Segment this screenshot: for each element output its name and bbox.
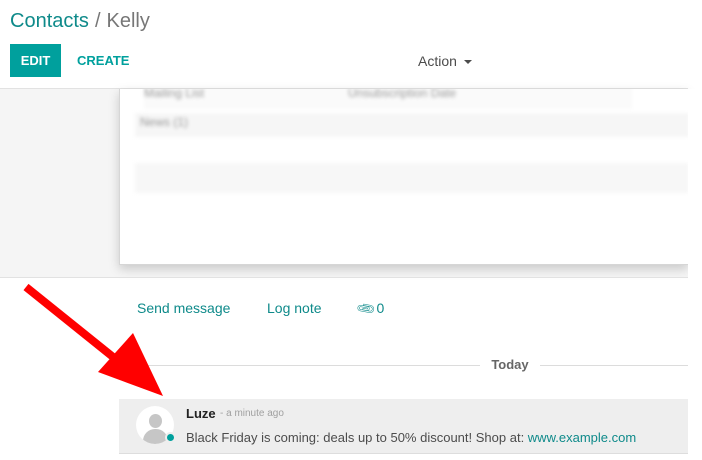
caret-down-icon (463, 60, 472, 65)
blurred-field-label: News (1) (140, 115, 189, 129)
action-label: Action (418, 53, 457, 69)
blurred-row (135, 113, 688, 137)
message-body: Black Friday is coming: deals up to 50% … (186, 429, 636, 447)
blurred-field-value: Unsubscription Date (348, 89, 457, 100)
breadcrumb: Contacts / Kelly (10, 8, 150, 34)
blurred-field-label: Mailing List (144, 89, 205, 100)
date-separator-line (540, 365, 688, 366)
create-button[interactable]: CREATE (70, 44, 136, 77)
log-note-button[interactable]: Log note (267, 298, 322, 318)
red-arrow-shaft (23, 283, 131, 373)
message-link[interactable]: www.example.com (528, 430, 636, 445)
scroll-edge (688, 89, 702, 460)
edit-button[interactable]: EDIT (10, 44, 61, 77)
breadcrumb-separator: / (94, 10, 101, 32)
chatter-message: Luze - a minute ago Black Friday is comi… (119, 399, 688, 454)
message-text: Black Friday is coming: deals up to 50% … (186, 430, 528, 445)
breadcrumb-current: Kelly (106, 10, 150, 32)
breadcrumb-contacts-link[interactable]: Contacts (10, 10, 89, 32)
attachments-button[interactable]: 📎︎0 (355, 298, 385, 320)
chatter-divider (0, 277, 688, 278)
user-placeholder-icon (149, 414, 162, 428)
send-message-button[interactable]: Send message (137, 298, 230, 318)
online-status-dot (165, 432, 176, 443)
message-author[interactable]: Luze (186, 405, 216, 423)
paperclip-icon: 📎︎ (354, 297, 378, 320)
action-dropdown[interactable]: Action (418, 51, 472, 71)
attachment-count: 0 (376, 300, 385, 316)
form-sheet: Mailing List Unsubscription Date News (1… (119, 89, 688, 265)
date-separator-label: Today (491, 357, 529, 372)
message-date: - a minute ago (220, 408, 284, 419)
blurred-row (135, 163, 688, 193)
date-separator-line (137, 365, 480, 366)
